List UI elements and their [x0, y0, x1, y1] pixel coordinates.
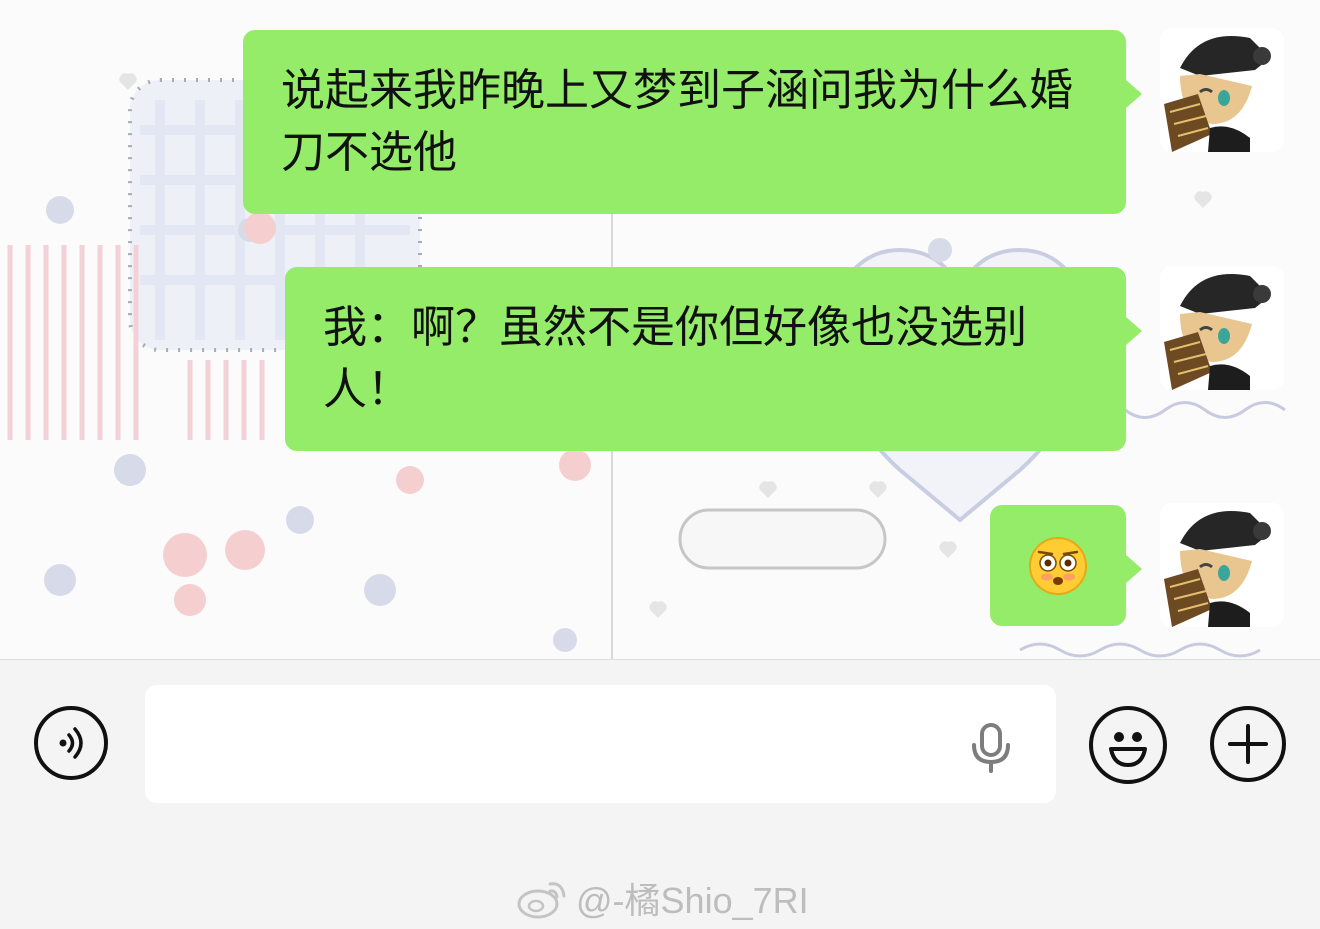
watermark: @-橘Shio_7RI — [516, 873, 809, 923]
message-text: 我：啊？虽然不是你但好像也没选别人！ — [323, 302, 1027, 415]
plus-icon — [1228, 724, 1268, 764]
flushed-face-emoji-icon — [1029, 536, 1087, 595]
avatar[interactable] — [1160, 266, 1284, 390]
message-bubble[interactable]: 我：啊？虽然不是你但好像也没选别人！ — [285, 267, 1142, 451]
emoji-face-icon — [1109, 732, 1147, 767]
anime-character-avatar-icon — [1160, 28, 1284, 152]
message-input-box[interactable] — [145, 685, 1056, 803]
message-text: 说起来我昨晚上又梦到子涵问我为什么婚刀不选他 — [281, 65, 1073, 178]
anime-character-avatar-icon — [1160, 503, 1284, 627]
chat-area[interactable]: 说起来我昨晚上又梦到子涵问我为什么婚刀不选他 我：啊？虽然不是你但好像也没选别人… — [0, 0, 1320, 659]
avatar[interactable] — [1160, 28, 1284, 152]
weibo-logo-icon — [517, 882, 566, 919]
avatar[interactable] — [1160, 503, 1284, 627]
voice-icon — [59, 727, 83, 759]
message-bubble[interactable]: 说起来我昨晚上又梦到子涵问我为什么婚刀不选他 — [243, 30, 1142, 214]
message-input[interactable] — [169, 705, 953, 785]
plus-button[interactable] — [1210, 706, 1286, 782]
microphone-icon[interactable] — [969, 723, 1013, 773]
message-bubble-emoji[interactable] — [990, 505, 1142, 626]
voice-button[interactable] — [34, 706, 108, 780]
emoji-button[interactable] — [1089, 706, 1167, 784]
anime-character-avatar-icon — [1160, 266, 1284, 390]
watermark-text: @-橘Shio_7RI — [576, 880, 809, 921]
